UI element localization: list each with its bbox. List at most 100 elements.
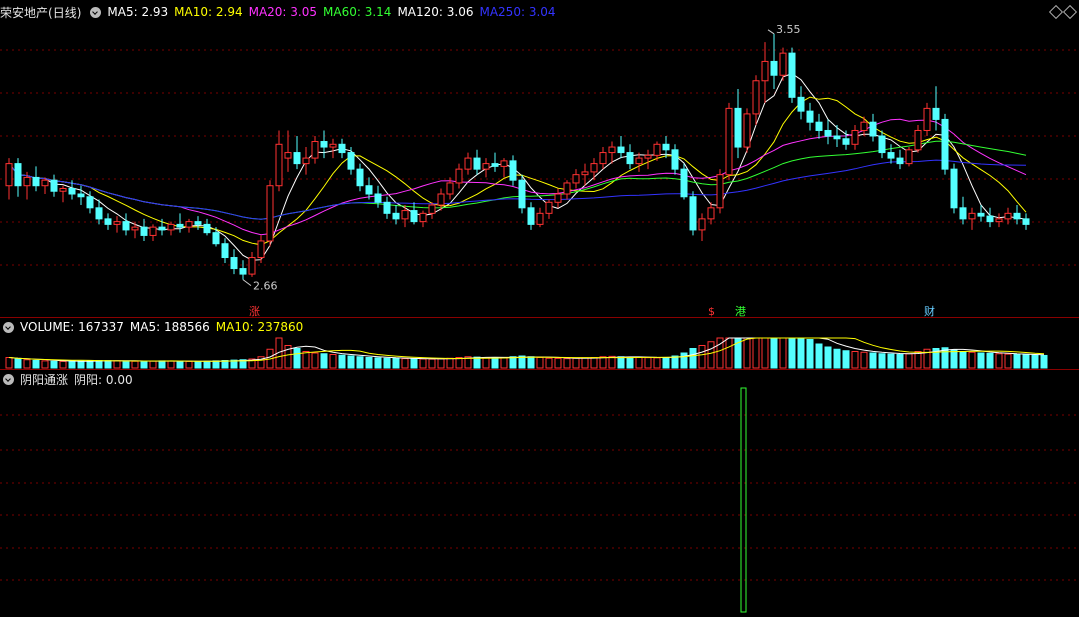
volume-bar bbox=[446, 357, 454, 369]
candle-body bbox=[725, 107, 733, 176]
volume-bar bbox=[1004, 353, 1012, 369]
candle-body bbox=[833, 135, 841, 140]
volume-bar bbox=[617, 356, 625, 369]
candle-body bbox=[392, 212, 400, 220]
volume-bar bbox=[680, 352, 688, 369]
volume-bar bbox=[482, 357, 490, 369]
candle-body bbox=[788, 52, 796, 98]
candle-body bbox=[1004, 212, 1012, 220]
volume-bar bbox=[428, 358, 436, 369]
chart-annotations: 3.55 2.66 涨 $ 港 财 bbox=[242, 23, 935, 318]
candle-body bbox=[734, 107, 742, 148]
candle-body bbox=[887, 152, 895, 159]
candle-body bbox=[599, 152, 607, 165]
candle-body bbox=[131, 226, 139, 231]
volume-bar bbox=[1022, 354, 1030, 369]
volume-bar bbox=[797, 337, 805, 369]
candle-body bbox=[347, 152, 355, 170]
volume-bar bbox=[419, 358, 427, 369]
candle-body bbox=[536, 212, 544, 225]
candle-body bbox=[995, 218, 1003, 223]
candle-body bbox=[680, 168, 688, 198]
volume-bar bbox=[86, 360, 94, 369]
candle-body bbox=[365, 185, 373, 195]
candlestick-chart[interactable]: 3.55 2.66 涨 $ 港 财 bbox=[0, 0, 1079, 617]
candle-body bbox=[545, 201, 553, 214]
volume-bar bbox=[815, 343, 823, 369]
candle-body bbox=[86, 196, 94, 209]
candle-body bbox=[968, 212, 976, 220]
candle-body bbox=[203, 223, 211, 234]
candle-body bbox=[356, 168, 364, 187]
candle-body bbox=[518, 179, 526, 209]
candle-body bbox=[428, 204, 436, 214]
candle-body bbox=[869, 121, 877, 137]
volume-bar bbox=[563, 358, 571, 369]
candle-body bbox=[608, 146, 616, 154]
volume-bar bbox=[662, 357, 670, 369]
volume-bar bbox=[293, 348, 301, 369]
candle-body bbox=[923, 107, 931, 131]
volume-bar bbox=[986, 352, 994, 369]
volume-bar bbox=[905, 353, 913, 369]
volume-bar bbox=[185, 360, 193, 369]
candle-body bbox=[986, 215, 994, 223]
volume-bar bbox=[824, 346, 832, 369]
volume-bar bbox=[833, 348, 841, 369]
volume-bar bbox=[392, 357, 400, 369]
ma-line-40 bbox=[8, 140, 1027, 220]
candle-body bbox=[509, 160, 517, 181]
candle-body bbox=[977, 212, 985, 217]
candle-body bbox=[905, 149, 913, 165]
volume-bar bbox=[752, 337, 760, 369]
candle-body bbox=[770, 60, 778, 76]
candle-body bbox=[779, 52, 787, 76]
volume-bar bbox=[23, 359, 31, 369]
volume-bar bbox=[509, 356, 517, 369]
candle-body bbox=[527, 207, 535, 225]
volume-bar bbox=[725, 337, 733, 369]
volume-bar bbox=[374, 357, 382, 369]
candle-body bbox=[896, 157, 904, 165]
candle-body bbox=[410, 210, 418, 223]
candle-body bbox=[293, 152, 301, 165]
candles bbox=[5, 33, 1030, 280]
volume-bar bbox=[581, 357, 589, 369]
volume-bar bbox=[383, 357, 391, 369]
indicator-spike-bar bbox=[740, 387, 747, 613]
candle-body bbox=[77, 193, 85, 198]
volume-bar bbox=[104, 360, 112, 369]
volume-bar bbox=[887, 353, 895, 369]
candle-body bbox=[50, 179, 58, 192]
volume-bar bbox=[347, 355, 355, 369]
candle-body bbox=[653, 143, 661, 156]
candle-body bbox=[140, 226, 148, 236]
volume-bar bbox=[599, 356, 607, 369]
candle-body bbox=[230, 257, 238, 270]
candle-body bbox=[68, 187, 76, 195]
candle-body bbox=[878, 135, 886, 154]
candle-body bbox=[194, 221, 202, 225]
indicator-bars bbox=[740, 387, 747, 613]
candle-body bbox=[266, 185, 274, 242]
candle-body bbox=[221, 243, 229, 259]
volume-bar bbox=[329, 354, 337, 369]
volume-bar bbox=[536, 357, 544, 369]
volume-bars bbox=[5, 337, 1048, 369]
candle-body bbox=[482, 163, 490, 170]
candle-body bbox=[500, 160, 508, 167]
candle-body bbox=[635, 157, 643, 165]
candle-body bbox=[860, 121, 868, 131]
candle-body bbox=[419, 212, 427, 223]
candle-body bbox=[122, 221, 130, 231]
volume-bar bbox=[635, 357, 643, 369]
candle-body bbox=[590, 163, 598, 173]
candle-body bbox=[383, 201, 391, 214]
volume-bar bbox=[950, 349, 958, 369]
volume-bar bbox=[32, 360, 40, 369]
volume-bar bbox=[644, 357, 652, 369]
candle-body bbox=[104, 218, 112, 225]
candle-body bbox=[5, 163, 13, 187]
volume-bar bbox=[158, 360, 166, 369]
volume-bar bbox=[50, 360, 58, 369]
